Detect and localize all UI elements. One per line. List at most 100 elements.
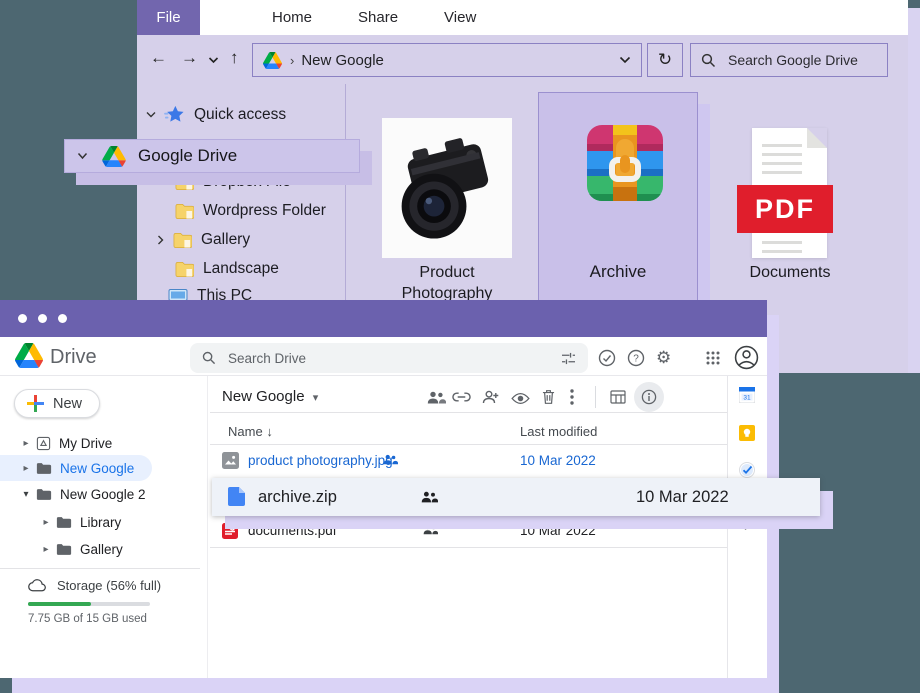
drive-title-bar [0, 300, 767, 337]
storage-detail: 7.75 GB of 15 GB used [28, 613, 147, 625]
shared-people-icon [383, 454, 398, 465]
file-label-product-photography[interactable]: Product Photography [372, 262, 522, 304]
up-arrow-icon[interactable]: ↑ [230, 48, 239, 68]
window-control-dot[interactable] [58, 314, 67, 323]
chevron-right-icon[interactable] [157, 235, 164, 245]
explorer-menu-bar: File Home Share View [137, 0, 908, 35]
address-bar[interactable]: › New Google [252, 43, 642, 77]
sidebar-item-new-google-2[interactable]: ▾ New Google 2 [18, 481, 146, 507]
page-fold-corner [807, 128, 827, 148]
get-link-icon[interactable] [452, 392, 471, 402]
google-apps-grid-icon[interactable] [706, 351, 720, 365]
image-file-icon [222, 452, 239, 469]
tab-view[interactable]: View [430, 0, 490, 35]
window-control-dot[interactable] [18, 314, 27, 323]
file-name-link[interactable]: product photography.jpg [248, 453, 393, 468]
camera-image [382, 118, 512, 258]
caret-right-icon[interactable]: ▸ [38, 517, 54, 528]
share-people-icon[interactable] [427, 391, 446, 404]
caret-right-icon[interactable]: ▸ [38, 544, 54, 555]
document-text-line [762, 153, 802, 156]
file-label-documents[interactable]: Documents [730, 262, 850, 283]
tab-home[interactable]: Home [258, 0, 326, 35]
availability-check-icon[interactable] [598, 349, 616, 367]
sidebar-item-landscape[interactable]: Landscape [175, 260, 279, 278]
winrar-archive-icon[interactable] [587, 125, 663, 201]
google-keep-icon[interactable] [739, 425, 755, 441]
trash-icon[interactable] [542, 389, 555, 405]
column-header-last-modified[interactable]: Last modified [520, 424, 597, 439]
address-dropdown-chevron-icon[interactable] [619, 56, 631, 64]
sidebar-item-label: Gallery [80, 542, 123, 557]
preview-eye-icon[interactable] [511, 392, 530, 405]
last-modified-date: 10 Mar 2022 [520, 453, 596, 468]
sidebar-item-quick-access[interactable]: Quick access [146, 105, 286, 124]
chevron-down-icon[interactable] [146, 111, 156, 118]
search-icon [701, 53, 716, 68]
back-arrow-icon[interactable]: ← [150, 48, 167, 68]
shared-people-icon [421, 491, 438, 503]
svg-text:?: ? [633, 354, 639, 365]
folder-icon [36, 488, 52, 501]
sidebar-item-gallery[interactable]: ▸ Gallery [38, 536, 123, 562]
more-options-icon[interactable] [570, 389, 574, 405]
grid-view-icon[interactable] [610, 390, 626, 404]
add-person-icon[interactable] [482, 390, 499, 404]
drive-wordmark[interactable]: Drive [50, 346, 97, 369]
file-thumbnail-product-photography[interactable] [382, 118, 512, 258]
sidebar-item-new-google[interactable]: ▸ New Google [18, 455, 134, 481]
chevron-down-icon[interactable] [77, 152, 88, 160]
settings-gear-icon[interactable]: ⚙ [656, 348, 671, 368]
my-drive-icon [36, 436, 51, 451]
toolbar-divider [595, 386, 596, 408]
forward-arrow-icon[interactable]: → [181, 48, 198, 68]
new-button[interactable]: New [14, 389, 100, 418]
folder-label: Gallery [201, 231, 250, 249]
current-folder-menu[interactable]: New Google ▾ [222, 388, 318, 405]
zip-file-icon [228, 487, 245, 508]
document-text-line [762, 241, 802, 244]
help-icon[interactable]: ? [627, 349, 645, 367]
file-row-product-photography[interactable]: product photography.jpg 10 Mar 2022 [210, 444, 727, 478]
google-tasks-icon[interactable] [739, 462, 755, 478]
sidebar-item-gallery[interactable]: Gallery [157, 231, 250, 249]
drive-sidebar-divider [207, 376, 208, 678]
tab-file[interactable]: File [137, 0, 200, 35]
storage-progress-fill [28, 602, 91, 606]
folder-label: Wordpress Folder [203, 202, 326, 220]
sidebar-item-label: My Drive [59, 436, 112, 451]
file-label-archive[interactable]: Archive [558, 261, 678, 282]
explorer-search-box[interactable]: Search Google Drive [690, 43, 888, 77]
details-info-icon[interactable] [634, 382, 664, 412]
caret-down-icon[interactable]: ▾ [18, 489, 34, 500]
recent-locations-chevron-icon[interactable] [208, 56, 219, 64]
svg-text:31: 31 [743, 395, 751, 402]
sidebar-item-google-drive[interactable]: Google Drive [64, 139, 360, 173]
plus-multicolor-icon [27, 395, 44, 412]
storage-label: Storage (56% full) [57, 578, 161, 593]
drive-logo-icon[interactable] [15, 343, 43, 368]
sidebar-item-library[interactable]: ▸ Library [38, 509, 121, 535]
sidebar-item-wordpress-folder[interactable]: Wordpress Folder [175, 202, 326, 220]
search-options-tune-icon[interactable] [561, 352, 576, 365]
sidebar-item-label: New Google 2 [60, 487, 146, 502]
folder-icon [56, 543, 72, 556]
pdf-badge: PDF [737, 185, 833, 233]
folder-caret-down-icon: ▾ [313, 392, 319, 404]
caret-right-icon[interactable]: ▸ [18, 463, 34, 474]
google-calendar-icon[interactable]: 31 [739, 387, 755, 403]
tab-share[interactable]: Share [344, 0, 412, 35]
caret-right-icon[interactable]: ▸ [18, 438, 34, 449]
sort-down-icon: ↓ [266, 424, 273, 439]
dragged-file-row-archive[interactable]: archive.zip 10 Mar 2022 [212, 478, 820, 516]
row-divider [210, 412, 727, 413]
column-header-name[interactable]: Name ↓ [228, 424, 273, 439]
document-text-line [762, 171, 802, 174]
refresh-button[interactable]: ↻ [647, 43, 683, 77]
drive-search-bar[interactable]: Search Drive [190, 343, 588, 373]
window-control-dot[interactable] [38, 314, 47, 323]
account-avatar[interactable] [734, 345, 759, 370]
new-button-label: New [53, 396, 82, 412]
sidebar-item-my-drive[interactable]: ▸ My Drive [18, 430, 112, 456]
storage-section[interactable]: Storage (56% full) [28, 578, 161, 593]
